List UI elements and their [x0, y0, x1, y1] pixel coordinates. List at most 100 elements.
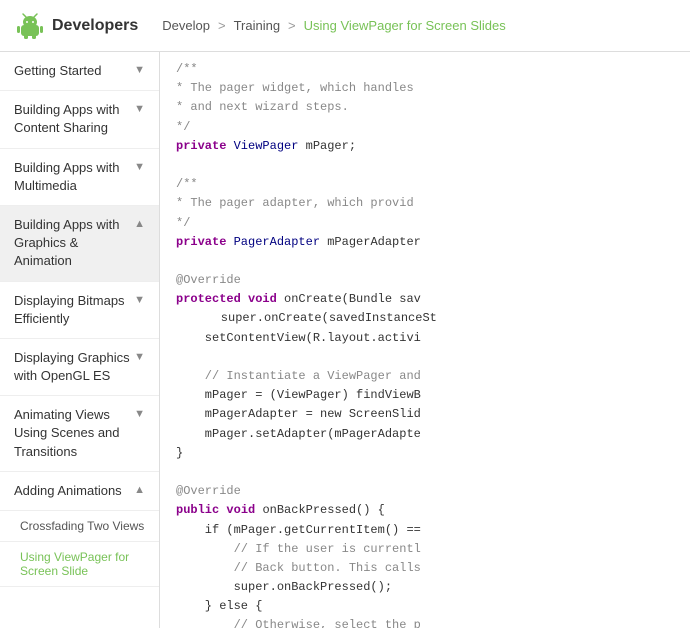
chevron-down-icon: ▼ [134, 161, 145, 173]
chevron-down-icon: ▼ [134, 351, 145, 363]
code-keyword: private [176, 235, 234, 249]
chevron-down-icon: ▼ [134, 294, 145, 306]
sidebar-item-label: Building Apps with Content Sharing [14, 101, 130, 137]
sidebar-item-animating-views[interactable]: Animating Views Using Scenes and Transit… [0, 396, 159, 472]
sidebar-subitem-crossfading[interactable]: Crossfading Two Views [0, 511, 159, 542]
breadcrumb: Develop > Training > Using ViewPager for… [162, 18, 505, 33]
chevron-down-icon: ▼ [134, 408, 145, 420]
code-line: } else { [160, 597, 690, 616]
code-plain: } else { [176, 599, 262, 613]
code-line: private PagerAdapter mPagerAdapter [160, 233, 690, 252]
code-line-blank [160, 348, 690, 367]
code-comment: */ [176, 120, 190, 134]
code-keyword: private [176, 139, 234, 153]
sidebar-subitem-viewpager[interactable]: Using ViewPager for Screen Slide [0, 542, 159, 587]
code-annotation: @Override [176, 273, 241, 287]
code-comment: // Otherwise, select the p [176, 618, 421, 628]
logo[interactable]: Developers [16, 12, 138, 40]
code-plain: if (mPager.getCurrentItem() == [176, 523, 421, 537]
code-var: mPager; [306, 139, 356, 153]
sidebar-item-opengl[interactable]: Displaying Graphics with OpenGL ES ▼ [0, 339, 159, 396]
code-line: /** [160, 60, 690, 79]
code-plain: onBackPressed() { [262, 503, 384, 517]
code-plain: super.onCreate(savedInstanceSt [176, 311, 437, 325]
sidebar-item-label: Building Apps with Multimedia [14, 159, 130, 195]
code-keyword: public [176, 503, 226, 517]
code-plain: mPagerAdapter = new ScreenSlid [176, 407, 421, 421]
code-line: * and next wizard steps. [160, 98, 690, 117]
sidebar: Getting Started ▼ Building Apps with Con… [0, 52, 160, 628]
code-line: /** [160, 175, 690, 194]
code-comment: * The pager widget, which handles [176, 81, 414, 95]
code-line: setContentView(R.layout.activi [160, 329, 690, 348]
code-line: public void onBackPressed() { [160, 501, 690, 520]
sidebar-item-getting-started[interactable]: Getting Started ▼ [0, 52, 159, 91]
chevron-up-icon: ▲ [134, 218, 145, 230]
sidebar-item-graphics-animation[interactable]: Building Apps with Graphics & Animation … [0, 206, 159, 282]
subitem-label: Crossfading Two Views [20, 519, 144, 533]
code-line: */ [160, 214, 690, 233]
chevron-down-icon: ▼ [134, 64, 145, 76]
code-annotation: @Override [176, 484, 241, 498]
sidebar-item-multimedia[interactable]: Building Apps with Multimedia ▼ [0, 149, 159, 206]
code-line: @Override [160, 271, 690, 290]
code-line-blank [160, 463, 690, 482]
code-line: protected void onCreate(Bundle sav [160, 290, 690, 309]
code-line-blank [160, 252, 690, 271]
chevron-down-icon: ▼ [134, 103, 145, 115]
code-type: PagerAdapter [234, 235, 328, 249]
sidebar-item-label: Displaying Bitmaps Efficiently [14, 292, 130, 328]
code-line: */ [160, 118, 690, 137]
sidebar-item-label: Animating Views Using Scenes and Transit… [14, 406, 130, 461]
android-icon [16, 12, 44, 40]
code-line: * The pager adapter, which provid [160, 194, 690, 213]
code-type: ViewPager [234, 139, 306, 153]
code-comment: // Instantiate a ViewPager and [176, 369, 421, 383]
code-comment: /** [176, 177, 198, 191]
code-plain: onCreate(Bundle sav [284, 292, 421, 306]
chevron-up-icon: ▲ [134, 484, 145, 496]
code-line: // If the user is currentl [160, 540, 690, 559]
code-var: mPagerAdapter [327, 235, 421, 249]
code-line: // Back button. This calls [160, 559, 690, 578]
breadcrumb-sep-2: > [288, 18, 296, 33]
sidebar-item-label: Displaying Graphics with OpenGL ES [14, 349, 130, 385]
site-title: Developers [52, 17, 138, 35]
code-line: // Instantiate a ViewPager and [160, 367, 690, 386]
breadcrumb-develop[interactable]: Develop [162, 18, 210, 33]
code-panel[interactable]: /** * The pager widget, which handles * … [160, 52, 690, 628]
code-line: } [160, 444, 690, 463]
code-line: mPagerAdapter = new ScreenSlid [160, 405, 690, 424]
code-line: @Override [160, 482, 690, 501]
breadcrumb-sep-1: > [218, 18, 226, 33]
code-keyword: protected [176, 292, 248, 306]
code-plain: setContentView(R.layout.activi [176, 331, 421, 345]
code-comment: // If the user is currentl [176, 542, 421, 556]
code-keyword: void [226, 503, 262, 517]
code-plain: mPager = (ViewPager) findViewB [176, 388, 421, 402]
code-plain: super.onBackPressed(); [176, 580, 392, 594]
code-comment: * The pager adapter, which provid [176, 196, 414, 210]
code-line: // Otherwise, select the p [160, 616, 690, 628]
code-line: super.onBackPressed(); [160, 578, 690, 597]
code-keyword: void [248, 292, 284, 306]
sidebar-item-label: Adding Animations [14, 482, 130, 500]
code-line: mPager = (ViewPager) findViewB [160, 386, 690, 405]
sidebar-item-content-sharing[interactable]: Building Apps with Content Sharing ▼ [0, 91, 159, 148]
code-comment: // Back button. This calls [176, 561, 421, 575]
code-line: super.onCreate(savedInstanceSt [160, 309, 690, 328]
code-plain: } [176, 446, 183, 460]
sidebar-item-adding-animations[interactable]: Adding Animations ▲ [0, 472, 159, 511]
sidebar-item-label: Building Apps with Graphics & Animation [14, 216, 130, 271]
code-line-blank [160, 156, 690, 175]
breadcrumb-training[interactable]: Training [234, 18, 280, 33]
code-comment: /** [176, 62, 198, 76]
code-comment: */ [176, 216, 190, 230]
main-content: Getting Started ▼ Building Apps with Con… [0, 52, 690, 628]
breadcrumb-current: Using ViewPager for Screen Slides [304, 18, 506, 33]
code-line: if (mPager.getCurrentItem() == [160, 521, 690, 540]
code-line: mPager.setAdapter(mPagerAdapte [160, 425, 690, 444]
code-comment: * and next wizard steps. [176, 100, 349, 114]
header: Developers Develop > Training > Using Vi… [0, 0, 690, 52]
sidebar-item-bitmaps[interactable]: Displaying Bitmaps Efficiently ▼ [0, 282, 159, 339]
